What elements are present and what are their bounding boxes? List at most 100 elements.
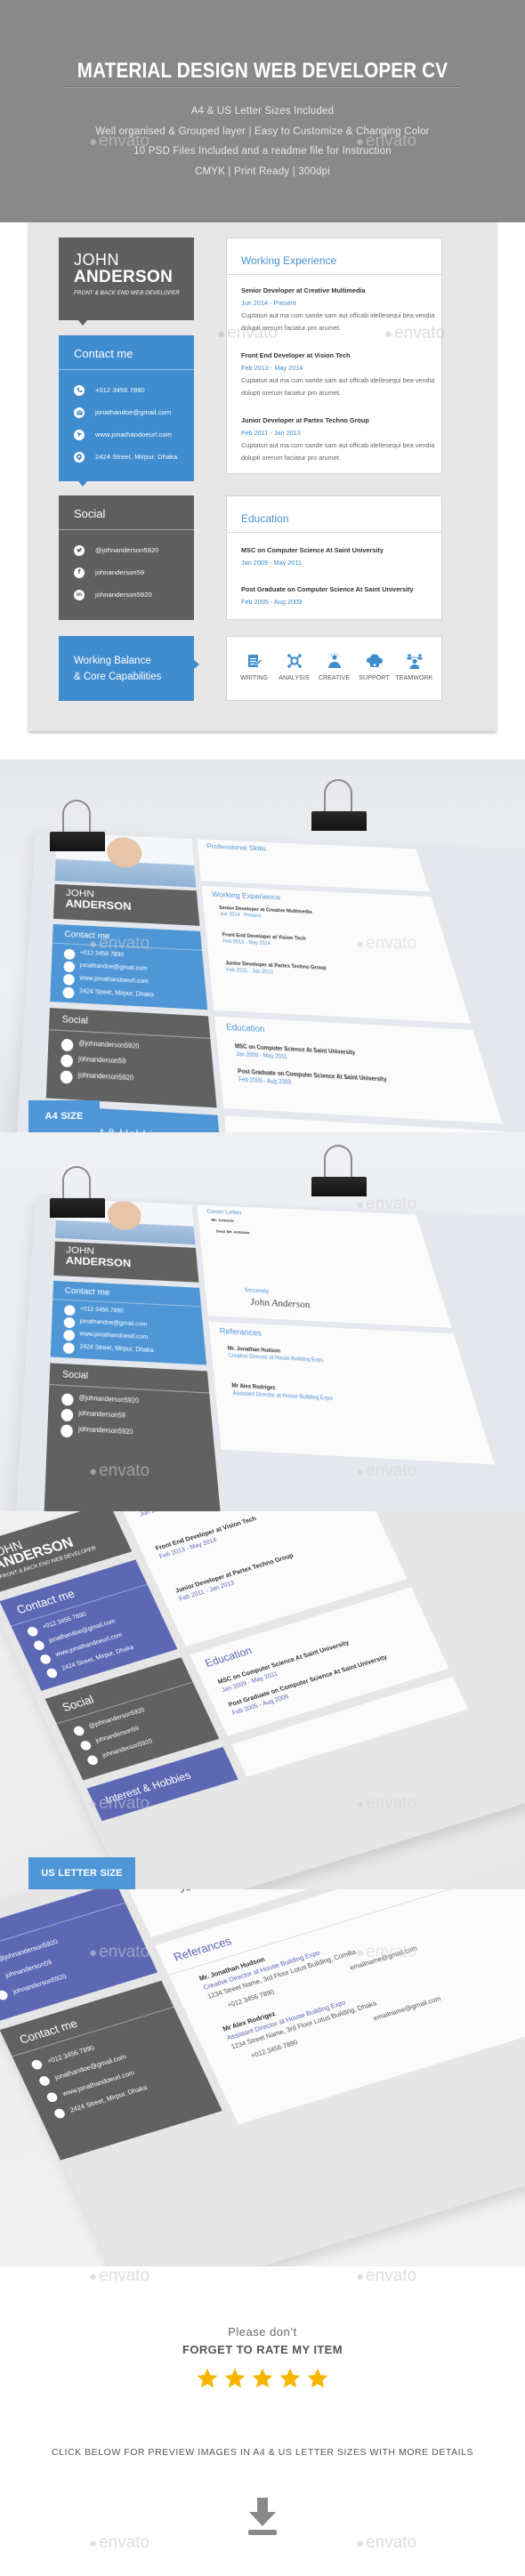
last-name: ANDERSON [74, 268, 174, 286]
phone-text: +012 3456 7890 [80, 1306, 124, 1315]
education-item: Post Graduate on Computer Science At Sai… [241, 584, 441, 608]
phone-icon [63, 948, 76, 961]
degree: Post Graduate on Computer Science At Sai… [241, 585, 414, 593]
divider [48, 1029, 211, 1039]
email-icon [63, 961, 76, 973]
address-text: 2424 Street, Mirpur, Dhaka [79, 1344, 154, 1355]
contact-title: Contact me [64, 929, 110, 941]
star-icon[interactable] [279, 2367, 302, 2390]
website-text: www.jonathandoeurl.com [95, 431, 172, 439]
feature-line: 10 PSD Files Included and a readme file … [133, 146, 392, 157]
linkedin-handle: johnanderson5920 [95, 591, 152, 599]
linkedin-icon [60, 1070, 73, 1084]
contact-title: Contact me [64, 1285, 110, 1298]
watermark: envato [356, 2533, 416, 2553]
job-role: FRONT & BACK END WEB DEVELOPER [74, 290, 180, 296]
degree-date: Jan 2009 - May 2011 [241, 559, 303, 567]
twitter-icon [61, 1038, 74, 1052]
social-title: Social [61, 1013, 88, 1026]
rate-heading: FORGET TO RATE MY ITEM [182, 2343, 343, 2356]
analysis-icon [285, 652, 304, 670]
signature: John Anderson [176, 1889, 259, 1896]
star-icon[interactable] [251, 2367, 274, 2390]
website-text: www.jonathandoeurl.com [79, 975, 149, 986]
star-icon[interactable] [196, 2367, 219, 2390]
email-text: jonathandoe@gmail.com [79, 962, 148, 972]
location-icon [62, 986, 75, 999]
capabilities-title-line1: Working Balance [74, 656, 151, 666]
twitter-icon [74, 544, 85, 556]
facebook-icon [61, 1408, 74, 1422]
social-row: f johnanderson59 [74, 561, 194, 584]
star-icon[interactable] [306, 2367, 329, 2390]
skill-label: ANALYSIS [279, 675, 310, 681]
skill-item: ANALYSIS [275, 652, 314, 700]
facebook-handle: johnanderson59 [95, 568, 145, 576]
experience-title: Working Experience [227, 238, 441, 275]
creative-icon [325, 652, 344, 670]
twitter-handle: @johnanderson5920 [78, 1395, 140, 1405]
education-title: Education [225, 1022, 266, 1034]
sincerely-label: Sincerely [244, 1288, 270, 1295]
watermark: envato [89, 2266, 149, 2286]
last-name: ANDERSON [65, 1254, 132, 1270]
cover-greeting: Dear Mr. Antonio [215, 1228, 250, 1236]
experience-title: Working Experience [211, 890, 281, 902]
capabilities-card: Working Balance & Core Capabilities [59, 636, 199, 701]
linkedin-icon [60, 1424, 73, 1438]
hobbies-title: Interest & Hobbies [103, 1768, 193, 1807]
experience-item: Junior Developer at Partex Techno Group … [241, 415, 441, 464]
facebook-handle: johnanderson59 [4, 1958, 53, 1980]
references-title: Referances [171, 1934, 234, 1964]
job-date: Jun 2014 - Present [219, 911, 262, 920]
first-name: JOHN [74, 251, 119, 269]
star-icon[interactable] [223, 2367, 246, 2390]
location-icon [52, 2107, 67, 2120]
contact-title: Contact me [14, 1586, 77, 1617]
cv-paper: JOHN ANDERSON FRONT & BACK END WEB DEVEL… [0, 1511, 525, 1889]
facebook-handle: johnanderson59 [78, 1056, 126, 1067]
linkedin-handle: johnanderson5920 [101, 1738, 154, 1759]
references-preview-photo: @johnanderson5920 johnanderson59 johnand… [0, 1889, 525, 2266]
education-item: MSC on Computer Science At Saint Univers… [241, 544, 441, 569]
contact-row: 2424 Street, Mirpur, Dhaka [74, 446, 194, 468]
binder-clip [311, 1145, 367, 1196]
experience-item: Front End Developer at Vision Tech Feb 2… [241, 350, 441, 399]
skill-label: WRITING [239, 675, 269, 681]
education-card: Education MSC on Computer Science At Sai… [226, 495, 442, 620]
reference-title: Creative Director at House Building Expo [228, 1352, 325, 1364]
facebook-icon: f [74, 567, 85, 578]
linkedin-handle: johnanderson5920 [77, 1072, 134, 1083]
facebook-handle: johnanderson59 [94, 1725, 141, 1745]
teamwork-icon [405, 652, 424, 670]
twitter-handle: @johnanderson5920 [95, 546, 159, 554]
watermark: envato [356, 2266, 416, 2286]
cv-paper: @johnanderson5920 johnanderson59 johnand… [0, 1889, 525, 2266]
reference-email: emailname@gmail.com [348, 1944, 419, 1972]
contact-title: Contact me [59, 335, 194, 370]
email-icon [32, 1639, 46, 1652]
footer: envato envato Please don’t FORGET TO RAT… [0, 2266, 525, 2576]
title-divider [65, 86, 460, 88]
degree-date: Feb 2005 - Aug 2009 [238, 1076, 292, 1087]
education-panel: Education MSC on Computer Science At Sai… [214, 1016, 503, 1124]
rate-prompt: Please don’t [228, 2325, 297, 2339]
watermark: envato [89, 2533, 149, 2553]
degree-date: Feb 2005 - Aug 2009 [241, 598, 303, 606]
star-rating[interactable] [0, 2367, 525, 2390]
binder-clip [50, 800, 105, 851]
email-text: jonathandoe@gmail.com [95, 408, 172, 416]
email-icon [74, 407, 85, 418]
twitter-icon [61, 1393, 74, 1406]
download-button[interactable] [247, 2498, 278, 2537]
job-date: Feb 2011 - Jan 2013 [225, 967, 274, 976]
divider [52, 1299, 202, 1308]
linkedin-handle: johnanderson5920 [77, 1426, 133, 1437]
phone-icon [26, 1625, 40, 1638]
last-name: ANDERSON [65, 897, 132, 914]
education-title: Education [227, 496, 441, 533]
signature: John Anderson [249, 1297, 311, 1311]
divider [52, 942, 203, 951]
experience-card: Working Experience Senior Developer at C… [226, 237, 442, 474]
contact-card: Contact me +012 3456 7890 jonathandoe@gm… [50, 923, 208, 1010]
